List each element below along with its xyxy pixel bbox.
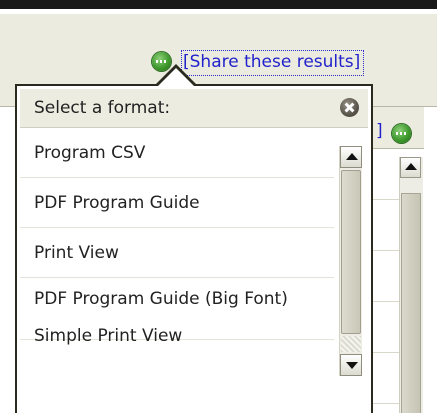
arrow-up-icon <box>346 153 358 160</box>
arrow-down-icon <box>346 362 358 369</box>
format-popup: Select a format: Program CSV PDF Program… <box>15 84 373 413</box>
scroll-thumb[interactable] <box>341 170 361 334</box>
format-item-program-csv[interactable]: Program CSV <box>20 128 334 178</box>
format-list: Program CSV PDF Program Guide Print View… <box>20 128 334 365</box>
background-green-dot-icon[interactable] <box>392 124 411 143</box>
share-results-link[interactable]: [Share these results] <box>181 50 365 76</box>
close-icon[interactable] <box>340 98 359 117</box>
background-scroll-thumb[interactable] <box>401 193 421 413</box>
background-scrollbar[interactable] <box>399 157 423 413</box>
background-link-bracket[interactable]: ] <box>376 120 383 142</box>
top-divider <box>0 0 437 9</box>
popup-scrollbar[interactable] <box>339 146 362 376</box>
scroll-track[interactable] <box>341 336 361 352</box>
background-list <box>373 149 399 413</box>
background-row <box>373 353 399 404</box>
background-scroll-up-button[interactable] <box>400 157 421 178</box>
format-item-print-view[interactable]: Print View <box>20 228 334 278</box>
background-row <box>373 200 399 251</box>
background-row <box>373 302 399 353</box>
format-item-simple-print-view[interactable]: Simple Print View <box>20 325 334 365</box>
popup-header: Select a format: <box>20 89 368 128</box>
scroll-up-button[interactable] <box>340 146 362 168</box>
background-row <box>373 251 399 302</box>
popup-title: Select a format: <box>34 98 171 118</box>
scroll-down-button[interactable] <box>340 354 362 376</box>
format-item-pdf-program-guide[interactable]: PDF Program Guide <box>20 178 334 228</box>
background-row <box>373 149 399 200</box>
